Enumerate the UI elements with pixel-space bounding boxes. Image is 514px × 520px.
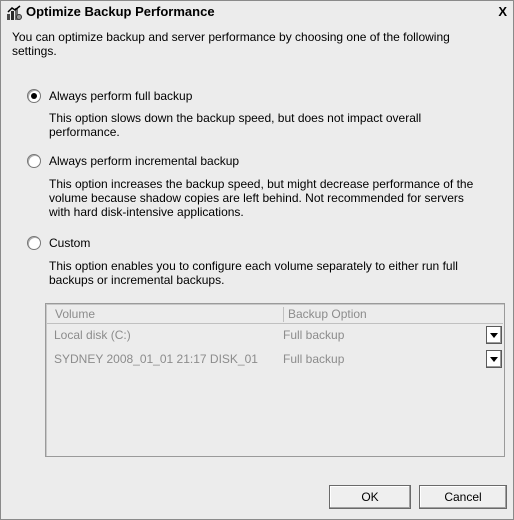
full-backup-desc-line2: performance.: [49, 125, 120, 139]
column-header-volume[interactable]: Volume: [55, 307, 95, 322]
column-header-backup-option[interactable]: Backup Option: [288, 307, 367, 322]
close-button[interactable]: X: [498, 4, 507, 19]
backup-option-dropdown[interactable]: [486, 326, 502, 344]
custom-desc-line2: backups or incremental backups.: [49, 273, 225, 287]
volume-list-header: Volume Backup Option: [47, 305, 503, 324]
volume-cell: SYDNEY 2008_01_01 21:17 DISK_01: [54, 352, 258, 366]
backup-option-dropdown[interactable]: [486, 350, 502, 368]
volume-list[interactable]: Volume Backup Option Local disk (C:) Ful…: [45, 303, 505, 457]
custom-label[interactable]: Custom: [49, 236, 90, 251]
dialog-title: Optimize Backup Performance: [26, 4, 215, 19]
full-backup-label[interactable]: Always perform full backup: [49, 89, 192, 104]
performance-icon: [7, 5, 22, 20]
incremental-backup-desc-line3: with hard disk-intensive applications.: [49, 205, 244, 219]
column-divider[interactable]: [283, 307, 284, 322]
incremental-backup-desc-line1: This option increases the backup speed, …: [49, 177, 474, 191]
intro-text-line1: You can optimize backup and server perfo…: [12, 30, 450, 44]
ok-button[interactable]: OK: [329, 485, 411, 509]
full-backup-radio[interactable]: [27, 89, 41, 103]
custom-desc-line1: This option enables you to configure eac…: [49, 259, 458, 273]
custom-radio[interactable]: [27, 236, 41, 250]
incremental-backup-desc-line2: volume because shadow copies are left be…: [49, 191, 464, 205]
backup-option-cell: Full backup: [283, 352, 345, 366]
dialog-window: Optimize Backup Performance X You can op…: [0, 0, 514, 520]
cancel-button[interactable]: Cancel: [419, 485, 507, 509]
volume-cell: Local disk (C:): [54, 328, 131, 342]
title-bar: Optimize Backup Performance X: [1, 1, 513, 23]
full-backup-desc-line1: This option slows down the backup speed,…: [49, 111, 422, 125]
incremental-backup-label[interactable]: Always perform incremental backup: [49, 154, 239, 169]
incremental-backup-radio[interactable]: [27, 154, 41, 168]
backup-option-cell: Full backup: [283, 328, 345, 342]
intro-text-line2: settings.: [12, 44, 57, 58]
